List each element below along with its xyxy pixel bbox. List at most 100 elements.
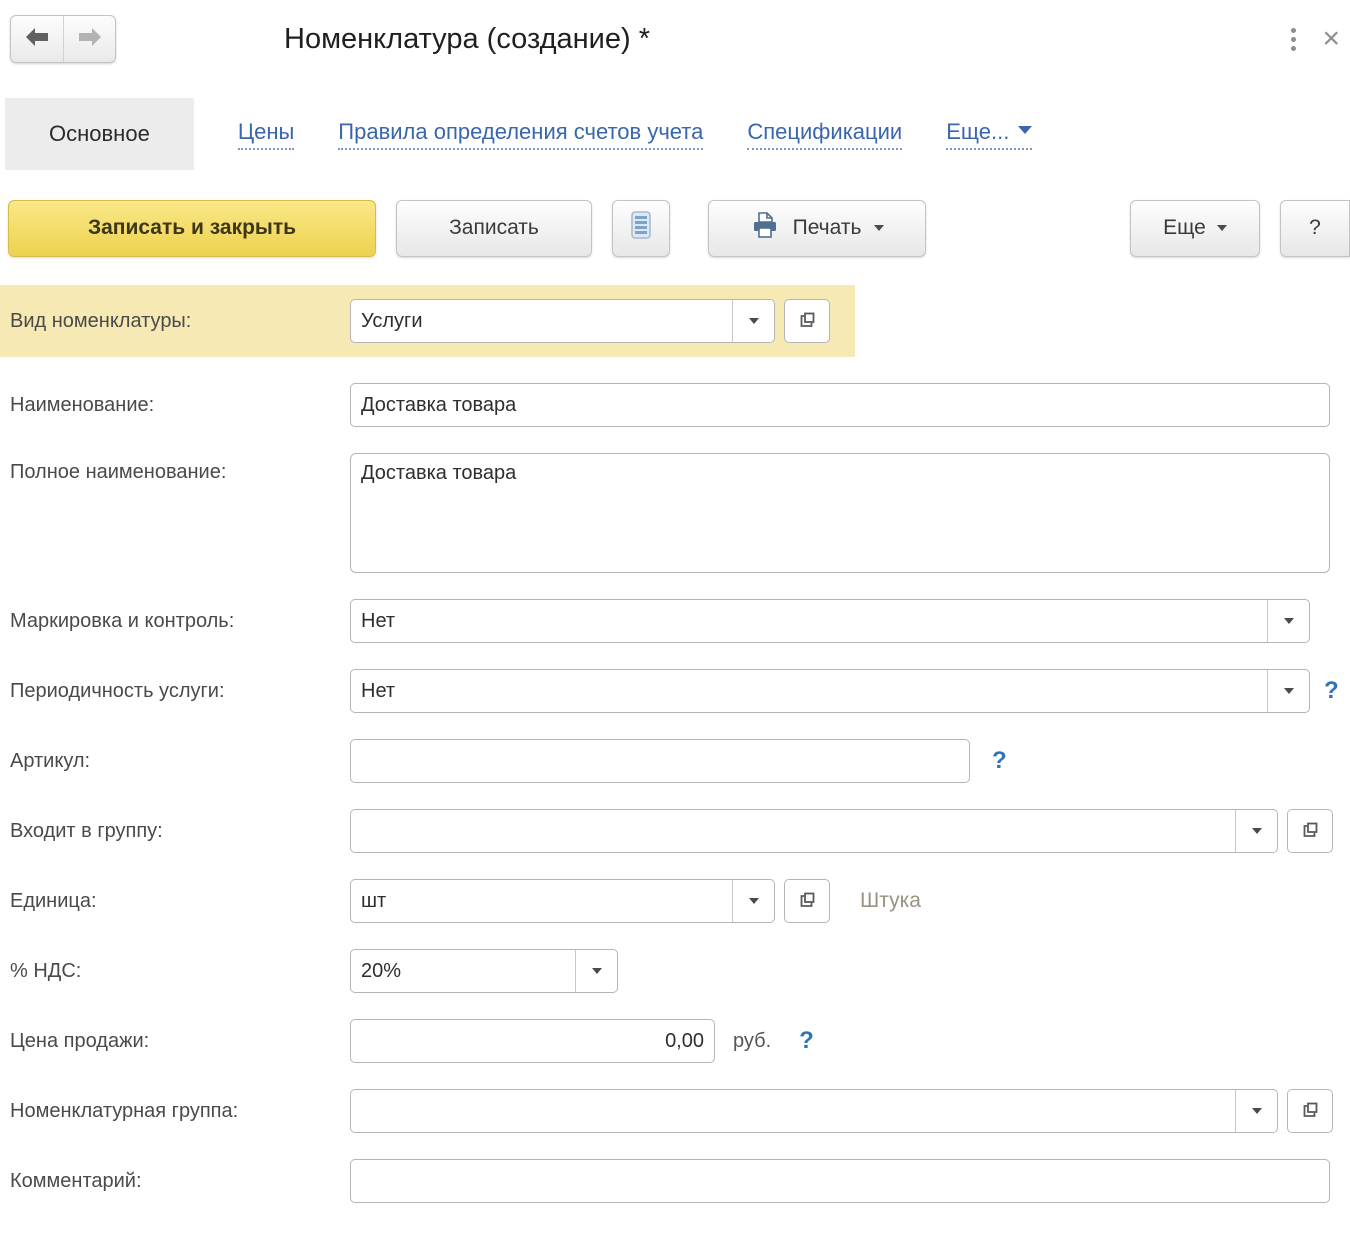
field-row-periodicity: Периодичность услуги: ? [0,669,1350,713]
tab-pravila-schetov[interactable]: Правила определения счетов учета [338,119,703,150]
periodicity-dropdown-button[interactable] [1267,670,1309,712]
kind-open-button[interactable] [784,299,830,343]
field-row-comment: Комментарий: [0,1159,1350,1203]
history-nav-group [10,15,116,63]
periodicity-label: Периодичность услуги: [0,680,350,703]
sku-help-icon[interactable]: ? [992,747,1007,775]
kind-combobox [350,299,775,343]
register-records-button[interactable] [612,200,670,257]
parent-group-open-button[interactable] [1287,809,1333,853]
chevron-down-icon [1252,828,1262,834]
kind-input[interactable] [351,300,732,342]
field-row-kind: Вид номенклатуры: [0,285,855,357]
parent-group-input[interactable] [351,810,1235,852]
vat-input[interactable] [351,950,575,992]
help-button[interactable]: ? [1280,200,1350,257]
page-title: Номенклатура (создание) * [284,23,650,56]
item-group-dropdown-button[interactable] [1235,1090,1277,1132]
unit-dropdown-button[interactable] [732,880,774,922]
back-arrow-icon [24,26,50,53]
field-row-parent-group: Входит в группу: [0,809,1350,853]
open-form-icon [1300,820,1320,843]
full-name-textarea[interactable]: Доставка товара [350,453,1330,573]
tab-more[interactable]: Еще... [946,119,1032,150]
parent-group-combobox [350,809,1278,853]
tab-spetsifikatsii[interactable]: Спецификации [747,119,902,150]
name-input[interactable] [350,383,1330,427]
comment-input[interactable] [350,1159,1330,1203]
sale-price-label: Цена продажи: [0,1030,350,1053]
more-button-label: Еще [1163,216,1206,240]
field-row-marking: Маркировка и контроль: [0,599,1350,643]
list-register-icon [629,210,653,246]
item-group-open-button[interactable] [1287,1089,1333,1133]
name-label: Наименование: [0,394,350,417]
close-icon[interactable]: × [1318,24,1344,54]
kind-dropdown-button[interactable] [732,300,774,342]
vat-dropdown-button[interactable] [575,950,617,992]
parent-group-dropdown-button[interactable] [1235,810,1277,852]
sale-price-help-icon[interactable]: ? [799,1027,814,1055]
printer-icon [750,210,780,246]
tab-more-label: Еще... [946,119,1009,145]
sku-label: Артикул: [0,750,350,773]
sale-price-input[interactable] [350,1019,715,1063]
chevron-down-icon [749,898,759,904]
currency-text: руб. [733,1030,771,1053]
field-row-sku: Артикул: ? [0,739,1350,783]
save-and-close-button[interactable]: Записать и закрыть [8,200,376,257]
chevron-down-icon [592,968,602,974]
title-bar: Номенклатура (создание) * × [0,0,1350,70]
chevron-down-icon [1252,1108,1262,1114]
chevron-down-icon [749,318,759,324]
chevron-down-icon [1284,618,1294,624]
marking-combobox [350,599,1310,643]
tab-tseny[interactable]: Цены [238,119,294,150]
sku-input[interactable] [350,739,970,783]
item-group-input[interactable] [351,1090,1235,1132]
field-row-item-group: Номенклатурная группа: [0,1089,1350,1133]
comment-label: Комментарий: [0,1170,350,1193]
unit-hint-text: Штука [860,889,921,913]
marking-dropdown-button[interactable] [1267,600,1309,642]
vat-combobox [350,949,618,993]
periodicity-input[interactable] [351,670,1267,712]
kebab-menu-icon[interactable] [1285,22,1302,57]
unit-label: Единица: [0,890,350,913]
periodicity-help-icon[interactable]: ? [1324,677,1339,705]
command-bar: Записать и закрыть Записать Печать Еще [0,198,1350,258]
section-tabs: Основное Цены Правила определения счетов… [0,98,1350,170]
chevron-down-icon [874,225,884,231]
print-button-label: Печать [793,216,862,240]
open-form-icon [797,890,817,913]
field-row-name: Наименование: [0,383,1350,427]
periodicity-combobox [350,669,1310,713]
item-group-label: Номенклатурная группа: [0,1100,350,1123]
unit-combobox [350,879,775,923]
chevron-down-icon [1284,688,1294,694]
field-row-full-name: Полное наименование: Доставка товара [0,453,1350,573]
marking-label: Маркировка и контроль: [0,610,350,633]
kind-label: Вид номенклатуры: [0,310,350,333]
parent-group-label: Входит в группу: [0,820,350,843]
unit-input[interactable] [351,880,732,922]
forward-arrow-icon [77,26,103,53]
print-button[interactable]: Печать [708,200,926,257]
full-name-label: Полное наименование: [0,453,350,484]
unit-open-button[interactable] [784,879,830,923]
field-row-unit: Единица: Штука [0,879,1350,923]
save-button[interactable]: Записать [396,200,592,257]
item-group-combobox [350,1089,1278,1133]
field-row-vat: % НДС: [0,949,1350,993]
vat-label: % НДС: [0,960,350,983]
forward-button[interactable] [63,16,115,62]
chevron-down-icon [1018,126,1032,134]
marking-input[interactable] [351,600,1267,642]
chevron-down-icon [1217,225,1227,231]
more-button[interactable]: Еще [1130,200,1260,257]
open-form-icon [797,310,817,333]
back-button[interactable] [11,16,63,62]
tab-osnovnoe[interactable]: Основное [5,98,194,170]
open-form-icon [1300,1100,1320,1123]
item-form: Вид номенклатуры: Наименование: Полное н… [0,285,1350,1203]
